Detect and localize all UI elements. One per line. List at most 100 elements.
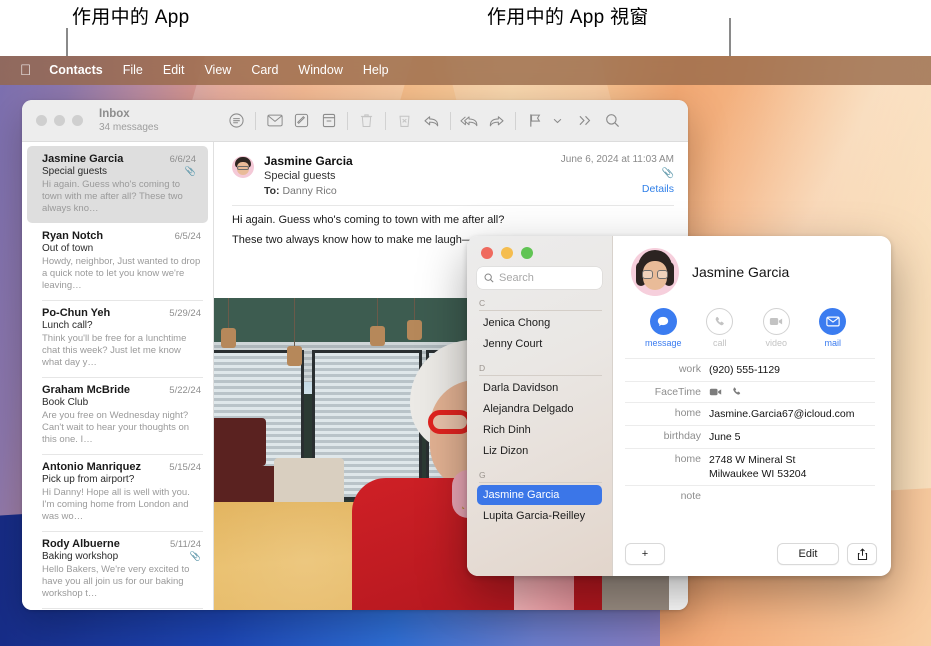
search-input[interactable]: Search (477, 267, 602, 289)
message-date: 5/15/24 (169, 462, 201, 473)
mail-title-block: Inbox 34 messages (93, 108, 223, 134)
message-subject: Pick up from airport? (42, 474, 134, 485)
contact-list-item[interactable]: Lupita Garcia-Reilley (477, 506, 602, 526)
message-list-item[interactable]: Po-Chun Yeh 5/29/24 Lunch call? Think yo… (22, 300, 213, 377)
menu-item-card[interactable]: Card (241, 56, 288, 85)
message-body-paragraph: Hi again. Guess who's coming to town wit… (214, 206, 688, 226)
share-button[interactable] (847, 543, 877, 565)
search-icon (484, 273, 494, 283)
to-value: Danny Rico (282, 185, 336, 197)
message-subject: Lunch call? (42, 320, 93, 331)
message-list-item[interactable]: Rody Albuerne 5/11/24 Baking workshop 📎 … (22, 531, 213, 608)
message-sender: Antonio Manriquez (42, 461, 141, 473)
menu-item-contacts[interactable]: Contacts (39, 56, 112, 85)
details-link[interactable]: Details (561, 183, 674, 195)
menu-item-file[interactable]: File (113, 56, 153, 85)
search-icon[interactable] (599, 108, 626, 134)
contact-list-item[interactable]: Darla Davidson (477, 378, 602, 398)
flag-icon[interactable] (521, 108, 548, 134)
menu-item-help[interactable]: Help (353, 56, 399, 85)
field-label: home (625, 407, 709, 419)
message-sender: Jasmine Garcia (42, 153, 123, 165)
edit-button[interactable]: Edit (777, 543, 839, 565)
phone-icon (706, 308, 733, 335)
message-list-item[interactable]: Jasmine Garcia 6/6/24 Special guests 📎 H… (27, 146, 208, 223)
maximize-button[interactable] (72, 115, 83, 126)
reply-icon[interactable] (418, 108, 445, 134)
archive-icon[interactable] (315, 108, 342, 134)
action-mail[interactable]: mail (807, 308, 859, 348)
contacts-group-header: D (479, 363, 602, 376)
message-list-item[interactable]: Ryan Notch 6/5/24 Out of town Howdy, nei… (22, 223, 213, 300)
contact-list-item[interactable]: Jenny Court (477, 334, 602, 354)
contact-list-item-selected[interactable]: Jasmine Garcia (477, 485, 602, 505)
message-list[interactable]: Jasmine Garcia 6/6/24 Special guests 📎 H… (22, 142, 214, 610)
delete-icon[interactable] (353, 108, 380, 134)
contact-list-item[interactable]: Liz Dizon (477, 441, 602, 461)
mail-toolbar[interactable]: Inbox 34 messages (22, 100, 688, 142)
close-button[interactable] (481, 247, 493, 259)
contacts-window[interactable]: Search C Jenica Chong Jenny Court D Darl… (467, 236, 891, 576)
action-video[interactable]: video (750, 308, 802, 348)
junk-icon[interactable] (391, 108, 418, 134)
action-message[interactable]: message (637, 308, 689, 348)
action-label: call (694, 338, 746, 348)
mark-unread-icon[interactable] (261, 108, 288, 134)
compose-icon[interactable] (288, 108, 315, 134)
contact-list-item[interactable]: Alejandra Delgado (477, 399, 602, 419)
contact-actions[interactable]: message call video (625, 296, 875, 358)
menu-bar[interactable]:  Contacts File Edit View Card Window He… (0, 56, 931, 85)
menu-item-edit[interactable]: Edit (153, 56, 195, 85)
reply-all-icon[interactable] (456, 108, 483, 134)
field-value: 2748 W Mineral St Milwaukee WI 53204 (709, 453, 806, 481)
paperclip-icon: 📎 (561, 168, 674, 179)
message-preview: Hi Danny! Hope all is well with you. I'm… (42, 487, 201, 523)
apple-logo-icon[interactable]:  (12, 57, 39, 84)
action-call[interactable]: call (694, 308, 746, 348)
message-date: 5/11/24 (170, 539, 201, 550)
message-timestamp: June 6, 2024 at 11:03 AM (561, 154, 674, 165)
avatar[interactable] (631, 248, 679, 296)
field-value: June 5 (709, 430, 741, 444)
add-field-button[interactable]: + (625, 543, 665, 565)
maximize-button[interactable] (521, 247, 533, 259)
message-date: 5/29/24 (169, 308, 201, 319)
phone-icon[interactable] (731, 386, 742, 397)
message-recipient: To: Danny Rico (264, 185, 551, 197)
contact-field-facetime[interactable]: FaceTime (625, 381, 875, 402)
minimize-button[interactable] (501, 247, 513, 259)
contacts-sidebar[interactable]: Search C Jenica Chong Jenny Court D Darl… (467, 236, 613, 576)
contact-list-item[interactable]: Rich Dinh (477, 420, 602, 440)
toolbar-divider (385, 112, 386, 130)
contact-field-home-address[interactable]: home 2748 W Mineral St Milwaukee WI 5320… (625, 448, 875, 485)
menu-item-window[interactable]: Window (288, 56, 352, 85)
contacts-traffic-lights[interactable] (477, 236, 602, 267)
close-button[interactable] (36, 115, 47, 126)
field-label: work (625, 363, 709, 375)
contacts-group-header: G (479, 470, 602, 483)
contact-field-note[interactable]: note (625, 485, 875, 506)
sidebar-filter-icon[interactable] (223, 108, 250, 134)
toolbar-divider (255, 112, 256, 130)
message-date: 6/6/24 (170, 154, 196, 165)
field-value: Jasmine.Garcia67@icloud.com (709, 407, 854, 421)
more-icon[interactable] (572, 108, 599, 134)
mail-traffic-lights[interactable] (22, 115, 93, 126)
contact-field-home-email[interactable]: home Jasmine.Garcia67@icloud.com (625, 402, 875, 425)
message-sender-name: Jasmine Garcia (264, 154, 551, 168)
chevron-down-icon[interactable] (548, 108, 566, 134)
contact-field-birthday[interactable]: birthday June 5 (625, 425, 875, 448)
toolbar-divider (450, 112, 451, 130)
contact-field-work-phone[interactable]: work (920) 555-1129 (625, 358, 875, 381)
message-list-item[interactable]: Antonio Manriquez 5/15/24 Pick up from a… (22, 454, 213, 531)
message-sender: Rody Albuerne (42, 538, 120, 550)
minimize-button[interactable] (54, 115, 65, 126)
contact-list-item[interactable]: Jenica Chong (477, 313, 602, 333)
forward-icon[interactable] (483, 108, 510, 134)
menu-item-view[interactable]: View (194, 56, 241, 85)
message-list-item[interactable]: Fleur Lasseur 5/10/24 Soccer jerseys Are… (22, 608, 213, 610)
message-preview: Think you'll be free for a lunchtime cha… (42, 333, 201, 369)
video-camera-icon[interactable] (709, 387, 722, 397)
message-list-item[interactable]: Graham McBride 5/22/24 Book Club Are you… (22, 377, 213, 454)
field-label: birthday (625, 430, 709, 442)
